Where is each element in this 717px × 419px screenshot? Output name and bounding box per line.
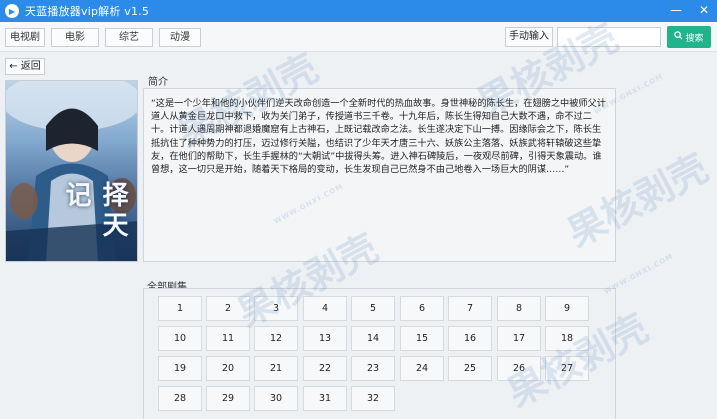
episode-button[interactable]: 23 bbox=[351, 356, 395, 381]
episode-button[interactable]: 12 bbox=[254, 326, 298, 351]
episode-button[interactable]: 4 bbox=[303, 296, 347, 321]
search-button-label: 搜索 bbox=[685, 33, 704, 44]
app-logo-icon: ▶ bbox=[5, 4, 19, 18]
episode-button[interactable]: 26 bbox=[497, 356, 541, 381]
episode-button[interactable]: 8 bbox=[497, 296, 541, 321]
episode-button[interactable]: 6 bbox=[400, 296, 444, 321]
search-icon bbox=[674, 31, 684, 43]
back-button[interactable]: ← 返回 bbox=[5, 58, 45, 75]
episode-button[interactable]: 28 bbox=[158, 386, 202, 411]
episode-button[interactable]: 9 bbox=[545, 296, 589, 321]
title-bar: ▶ 天蓝播放器vip解析 v1.5 — ✕ bbox=[0, 0, 717, 22]
episode-button[interactable]: 31 bbox=[303, 386, 347, 411]
category-anime-button[interactable]: 动漫 bbox=[159, 28, 201, 47]
manual-input-button[interactable]: 手动输入 bbox=[505, 27, 553, 47]
episode-button[interactable]: 1 bbox=[158, 296, 202, 321]
episode-button[interactable]: 29 bbox=[206, 386, 250, 411]
episode-button[interactable]: 18 bbox=[545, 326, 589, 351]
window-title: 天蓝播放器vip解析 v1.5 bbox=[25, 5, 150, 18]
toolbar: 电视剧 电影 综艺 动漫 手动输入 搜索 bbox=[0, 22, 717, 52]
category-movie-button[interactable]: 电影 bbox=[51, 28, 99, 47]
episode-button[interactable]: 17 bbox=[497, 326, 541, 351]
intro-heading: 简介 bbox=[148, 77, 168, 88]
episode-button[interactable]: 32 bbox=[351, 386, 395, 411]
episode-grid: 1 2 3 4 5 6 7 8 9 10 11 12 13 14 15 16 1… bbox=[143, 288, 616, 419]
episode-button[interactable]: 3 bbox=[254, 296, 298, 321]
episode-button[interactable]: 24 bbox=[400, 356, 444, 381]
episode-button[interactable]: 13 bbox=[303, 326, 347, 351]
category-tv-button[interactable]: 电视剧 bbox=[5, 28, 45, 47]
intro-text: “这是一个少年和他的小伙伴们逆天改命创造一个全新时代的热血故事。身世神秘的陈长生… bbox=[151, 98, 606, 176]
close-button[interactable]: ✕ bbox=[697, 3, 711, 17]
episode-button[interactable]: 15 bbox=[400, 326, 444, 351]
episode-button[interactable]: 5 bbox=[351, 296, 395, 321]
episode-button[interactable]: 7 bbox=[448, 296, 492, 321]
episode-button[interactable]: 19 bbox=[158, 356, 202, 381]
poster-title-art: 择天记 bbox=[61, 181, 128, 241]
episode-button[interactable]: 14 bbox=[351, 326, 395, 351]
episode-button[interactable]: 16 bbox=[448, 326, 492, 351]
poster-image[interactable]: 择天记 bbox=[5, 80, 138, 262]
episode-button[interactable]: 27 bbox=[545, 356, 589, 381]
search-button[interactable]: 搜索 bbox=[667, 26, 711, 48]
window-controls: — ✕ bbox=[669, 3, 711, 17]
category-variety-button[interactable]: 综艺 bbox=[105, 28, 153, 47]
episode-button[interactable]: 11 bbox=[206, 326, 250, 351]
intro-box: “这是一个少年和他的小伙伴们逆天改命创造一个全新时代的热血故事。身世神秘的陈长生… bbox=[143, 88, 616, 262]
episode-button[interactable]: 30 bbox=[254, 386, 298, 411]
episode-button[interactable]: 22 bbox=[303, 356, 347, 381]
episode-button[interactable]: 25 bbox=[448, 356, 492, 381]
episode-button[interactable]: 2 bbox=[206, 296, 250, 321]
episode-button[interactable]: 10 bbox=[158, 326, 202, 351]
episode-button[interactable]: 21 bbox=[254, 356, 298, 381]
minimize-button[interactable]: — bbox=[669, 3, 683, 17]
search-input[interactable] bbox=[557, 27, 661, 47]
episode-button[interactable]: 20 bbox=[206, 356, 250, 381]
